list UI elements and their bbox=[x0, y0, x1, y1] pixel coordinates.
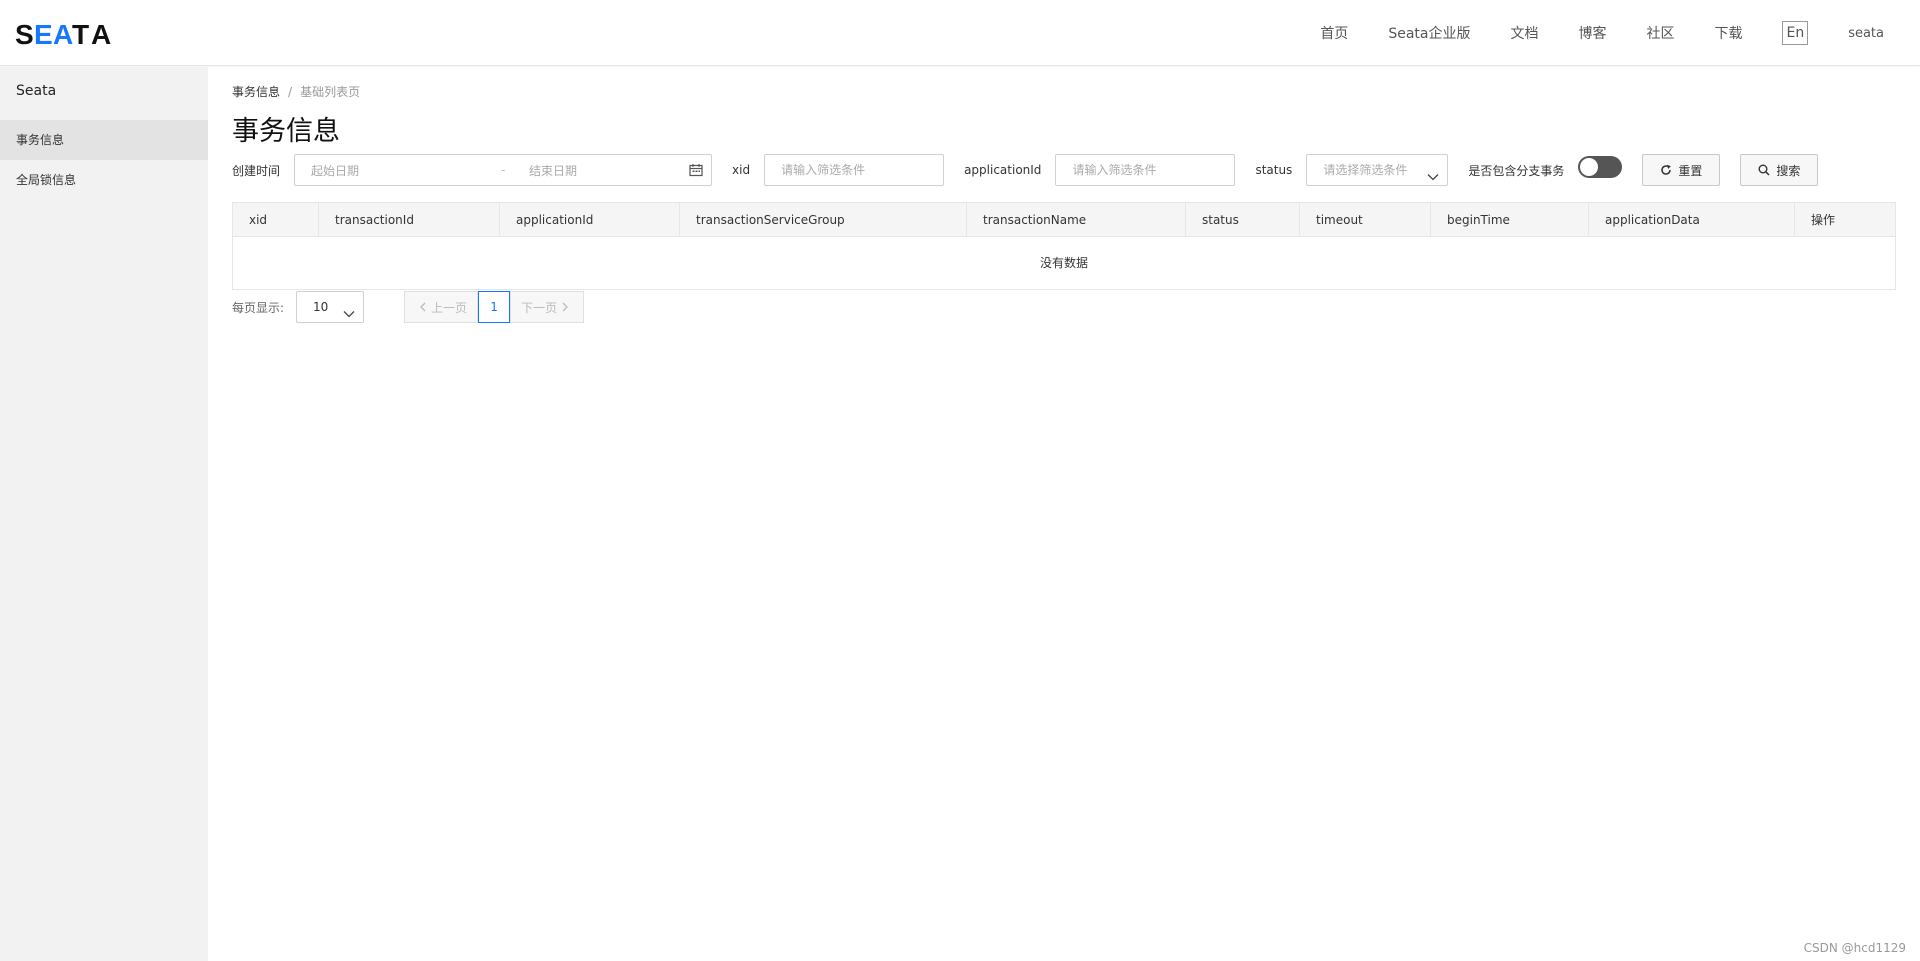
chevron-down-icon bbox=[1427, 164, 1439, 194]
main-content: 事务信息 / 基础列表页 事务信息 创建时间 起始日期 - 结束日期 xid app… bbox=[208, 67, 1920, 961]
reset-button-label: 重置 bbox=[1678, 163, 1703, 178]
breadcrumb-current: 基础列表页 bbox=[300, 85, 361, 99]
search-button[interactable]: 搜索 bbox=[1740, 154, 1819, 186]
calendar-icon[interactable] bbox=[689, 163, 703, 180]
prev-page-button[interactable]: 上一页 bbox=[404, 291, 479, 323]
chevron-down-icon bbox=[343, 301, 355, 331]
column-header-application-id: applicationId bbox=[500, 203, 680, 236]
column-header-status: status bbox=[1186, 203, 1300, 236]
column-header-application-data: applicationData bbox=[1589, 203, 1795, 236]
logo-letter-a2: A bbox=[91, 19, 111, 47]
column-header-actions: 操作 bbox=[1811, 213, 1836, 227]
sidebar-item-global-locks[interactable]: 全局锁信息 bbox=[0, 160, 208, 200]
application-id-input[interactable] bbox=[1055, 154, 1236, 186]
breadcrumb-separator: / bbox=[288, 85, 293, 99]
page-size-value: 10 bbox=[313, 300, 329, 314]
end-date-placeholder: 结束日期 bbox=[529, 163, 578, 178]
branch-session-toggle[interactable] bbox=[1578, 156, 1623, 178]
status-select[interactable]: 请选择筛选条件 bbox=[1306, 154, 1449, 186]
column-header-begin-time: beginTime bbox=[1431, 203, 1589, 236]
nav-home[interactable]: 首页 bbox=[1320, 23, 1348, 43]
page-size-select[interactable]: 10 bbox=[296, 291, 365, 323]
table-empty-message: 没有数据 bbox=[1039, 256, 1088, 270]
toggle-knob bbox=[1580, 158, 1599, 176]
page-size-label: 每页显示: bbox=[232, 300, 285, 315]
logo-letter-s: S bbox=[15, 19, 34, 47]
created-time-label: 创建时间 bbox=[232, 163, 281, 178]
search-icon bbox=[1758, 164, 1770, 176]
nav-enterprise[interactable]: Seata企业版 bbox=[1388, 23, 1470, 43]
reset-button[interactable]: 重置 bbox=[1642, 154, 1721, 186]
nav-community[interactable]: 社区 bbox=[1646, 23, 1674, 43]
filter-bar: 创建时间 起始日期 - 结束日期 xid applicationId statu… bbox=[232, 154, 1838, 186]
page-title: 事务信息 bbox=[232, 116, 340, 147]
column-header-transaction-service-group: transactionServiceGroup bbox=[680, 203, 967, 236]
nav-docs[interactable]: 文档 bbox=[1510, 23, 1538, 43]
column-header-transaction-name: transactionName bbox=[967, 203, 1186, 236]
search-button-label: 搜索 bbox=[1776, 163, 1801, 178]
refresh-icon bbox=[1661, 164, 1672, 175]
status-label: status bbox=[1255, 163, 1293, 177]
breadcrumb-parent[interactable]: 事务信息 bbox=[232, 85, 280, 99]
branch-session-label: 是否包含分支事务 bbox=[1468, 163, 1565, 178]
top-nav: 首页 Seata企业版 文档 博客 社区 下载 En seata bbox=[1280, 0, 1884, 66]
logo-letter-t: T bbox=[72, 19, 89, 47]
nav-blog[interactable]: 博客 bbox=[1578, 23, 1606, 43]
start-date-placeholder: 起始日期 bbox=[311, 163, 360, 178]
date-range-dash: - bbox=[501, 163, 506, 177]
sidebar-title: Seata bbox=[16, 83, 57, 99]
application-id-label: applicationId bbox=[964, 163, 1042, 177]
pagination: 每页显示: 10 上一页 1 下一页 bbox=[232, 291, 585, 323]
watermark: CSDN @hcd1129 bbox=[1803, 941, 1906, 955]
chevron-right-icon bbox=[562, 302, 568, 312]
status-select-placeholder: 请选择筛选条件 bbox=[1323, 163, 1408, 177]
chevron-left-icon bbox=[420, 302, 426, 312]
top-header: S E A T A 首页 Seata企业版 文档 博客 社区 下载 En sea… bbox=[0, 0, 1920, 66]
date-range-picker[interactable]: 起始日期 - 结束日期 bbox=[294, 154, 713, 186]
sidebar-item-transactions[interactable]: 事务信息 bbox=[0, 120, 208, 160]
next-page-button[interactable]: 下一页 bbox=[510, 291, 585, 323]
table-header: xid transactionId applicationId transact… bbox=[233, 203, 1895, 237]
xid-label: xid bbox=[732, 163, 751, 177]
logo-letter-e: E bbox=[34, 19, 53, 47]
transactions-table: xid transactionId applicationId transact… bbox=[232, 202, 1896, 290]
logo-letter-a1: A bbox=[53, 19, 73, 47]
column-header-transaction-id: transactionId bbox=[319, 203, 500, 236]
next-page-label: 下一页 bbox=[521, 300, 558, 315]
prev-page-label: 上一页 bbox=[431, 300, 468, 315]
xid-input[interactable] bbox=[764, 154, 945, 186]
sidebar: Seata 事务信息 全局锁信息 bbox=[0, 67, 208, 961]
nav-download[interactable]: 下载 bbox=[1714, 23, 1742, 43]
seata-logo-icon: S E A T A bbox=[15, 19, 111, 47]
language-switch[interactable]: En bbox=[1782, 21, 1809, 45]
seata-logo[interactable]: S E A T A bbox=[15, 17, 113, 49]
page-number-current[interactable]: 1 bbox=[478, 291, 511, 323]
column-header-timeout: timeout bbox=[1300, 203, 1431, 236]
user-name[interactable]: seata bbox=[1848, 26, 1884, 41]
breadcrumb: 事务信息 / 基础列表页 bbox=[232, 83, 360, 100]
column-header-xid: xid bbox=[233, 203, 319, 236]
